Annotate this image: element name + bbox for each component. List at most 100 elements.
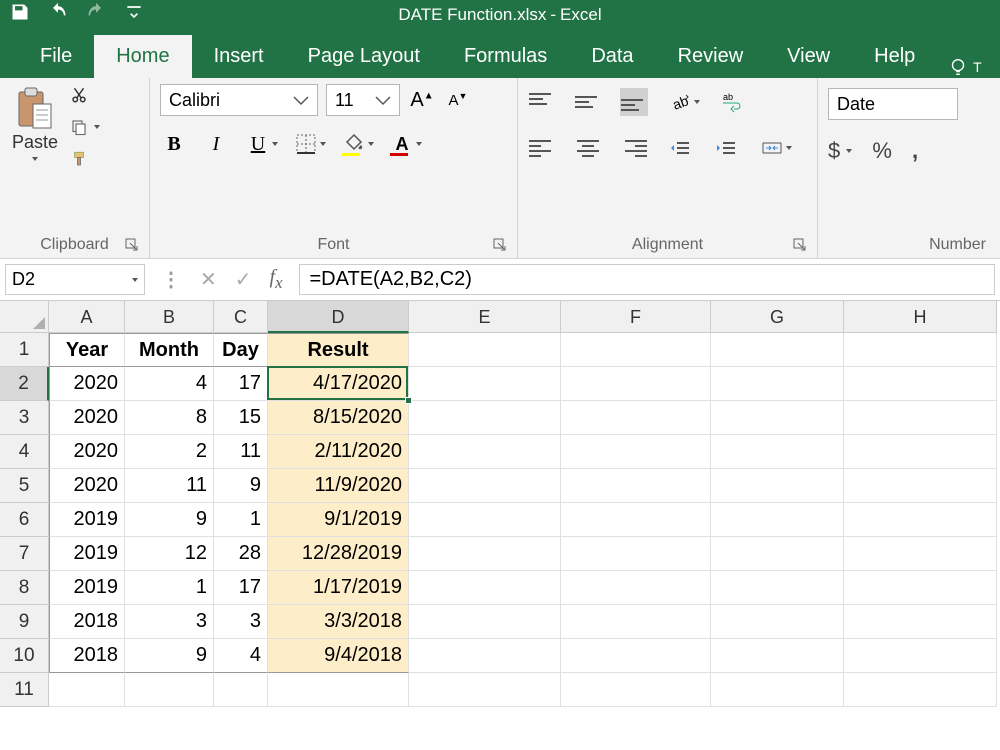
clipboard-dialog-icon[interactable]: [125, 238, 139, 252]
tab-formulas[interactable]: Formulas: [442, 35, 569, 78]
cell-F3[interactable]: [561, 401, 711, 435]
font-color-dropdown-icon[interactable]: [416, 142, 422, 146]
cell-G6[interactable]: [711, 503, 844, 537]
cell-E10[interactable]: [409, 639, 561, 673]
row-header-4[interactable]: 4: [0, 435, 49, 469]
cell-B4[interactable]: 2: [125, 435, 214, 469]
cell-A5[interactable]: 2020: [49, 469, 125, 503]
cell-B9[interactable]: 3: [125, 605, 214, 639]
tab-insert[interactable]: Insert: [192, 35, 286, 78]
cell-G2[interactable]: [711, 367, 844, 401]
cell-B3[interactable]: 8: [125, 401, 214, 435]
cell-H4[interactable]: [844, 435, 997, 469]
column-header-D[interactable]: D: [268, 301, 409, 333]
cell-H10[interactable]: [844, 639, 997, 673]
cell-D2[interactable]: 4/17/2020: [268, 367, 409, 401]
paste-dropdown-icon[interactable]: [32, 157, 38, 161]
font-color-button[interactable]: A: [388, 130, 416, 158]
wrap-text-button[interactable]: ab: [718, 88, 746, 116]
cell-G8[interactable]: [711, 571, 844, 605]
cell-B1[interactable]: Month: [125, 333, 214, 367]
cell-E6[interactable]: [409, 503, 561, 537]
number-format-combo[interactable]: Date: [828, 88, 958, 120]
format-painter-button[interactable]: [70, 150, 100, 168]
cell-B6[interactable]: 9: [125, 503, 214, 537]
fill-color-button[interactable]: [340, 130, 368, 158]
tab-file[interactable]: File: [18, 35, 94, 78]
cell-A9[interactable]: 2018: [49, 605, 125, 639]
tab-home[interactable]: Home: [94, 35, 191, 78]
cell-B8[interactable]: 1: [125, 571, 214, 605]
cell-A3[interactable]: 2020: [49, 401, 125, 435]
tab-review[interactable]: Review: [656, 35, 766, 78]
column-header-F[interactable]: F: [561, 301, 711, 333]
spreadsheet-grid[interactable]: ABCDEFGH 1234567891011 YearMonthDayResul…: [0, 301, 1000, 707]
name-box[interactable]: D2: [5, 264, 145, 295]
cell-G4[interactable]: [711, 435, 844, 469]
cell-H2[interactable]: [844, 367, 997, 401]
cell-D10[interactable]: 9/4/2018: [268, 639, 409, 673]
cell-C1[interactable]: Day: [214, 333, 268, 367]
cell-G1[interactable]: [711, 333, 844, 367]
formula-bar-drag-icon[interactable]: ⋮: [161, 267, 182, 292]
borders-button[interactable]: [292, 130, 320, 158]
save-icon[interactable]: [10, 2, 30, 27]
percent-format-button[interactable]: %: [872, 138, 892, 164]
cell-F10[interactable]: [561, 639, 711, 673]
cell-F4[interactable]: [561, 435, 711, 469]
cell-D4[interactable]: 2/11/2020: [268, 435, 409, 469]
cell-H9[interactable]: [844, 605, 997, 639]
cell-D9[interactable]: 3/3/2018: [268, 605, 409, 639]
cell-B7[interactable]: 12: [125, 537, 214, 571]
borders-dropdown-icon[interactable]: [320, 142, 326, 146]
row-header-1[interactable]: 1: [0, 333, 49, 367]
cell-H11[interactable]: [844, 673, 997, 707]
chevron-down-icon[interactable]: [371, 94, 395, 106]
decrease-indent-button[interactable]: [666, 134, 694, 162]
cell-D8[interactable]: 1/17/2019: [268, 571, 409, 605]
align-left-button[interactable]: [528, 134, 556, 162]
grow-font-button[interactable]: A▲: [408, 86, 436, 114]
column-header-E[interactable]: E: [409, 301, 561, 333]
cell-A1[interactable]: Year: [49, 333, 125, 367]
comma-format-button[interactable]: ,: [912, 138, 918, 164]
undo-icon[interactable]: [48, 2, 68, 27]
cell-E11[interactable]: [409, 673, 561, 707]
select-all-button[interactable]: [0, 301, 49, 333]
column-header-G[interactable]: G: [711, 301, 844, 333]
orientation-button[interactable]: ab: [666, 88, 694, 116]
cell-C2[interactable]: 17: [214, 367, 268, 401]
row-header-7[interactable]: 7: [0, 537, 49, 571]
increase-indent-button[interactable]: [712, 134, 740, 162]
cell-C3[interactable]: 15: [214, 401, 268, 435]
row-header-2[interactable]: 2: [0, 367, 49, 401]
cell-G11[interactable]: [711, 673, 844, 707]
tab-help[interactable]: Help: [852, 35, 937, 78]
font-name-combo[interactable]: Calibri: [160, 84, 318, 116]
paste-button[interactable]: Paste: [10, 84, 60, 163]
cell-H7[interactable]: [844, 537, 997, 571]
cancel-icon[interactable]: ✕: [200, 267, 217, 292]
cell-G10[interactable]: [711, 639, 844, 673]
cell-C4[interactable]: 11: [214, 435, 268, 469]
enter-icon[interactable]: ✓: [235, 267, 252, 292]
cell-E4[interactable]: [409, 435, 561, 469]
font-dialog-icon[interactable]: [493, 238, 507, 252]
cell-F8[interactable]: [561, 571, 711, 605]
cell-A8[interactable]: 2019: [49, 571, 125, 605]
cell-D5[interactable]: 11/9/2020: [268, 469, 409, 503]
cell-G3[interactable]: [711, 401, 844, 435]
namebox-dropdown-icon[interactable]: [132, 278, 138, 282]
cell-D1[interactable]: Result: [268, 333, 409, 367]
cell-B11[interactable]: [125, 673, 214, 707]
underline-button[interactable]: U: [244, 130, 272, 158]
cell-H8[interactable]: [844, 571, 997, 605]
cell-F2[interactable]: [561, 367, 711, 401]
cell-F5[interactable]: [561, 469, 711, 503]
cell-C7[interactable]: 28: [214, 537, 268, 571]
currency-dropdown-icon[interactable]: [846, 149, 852, 153]
row-header-10[interactable]: 10: [0, 639, 49, 673]
row-header-6[interactable]: 6: [0, 503, 49, 537]
align-bottom-button[interactable]: [620, 88, 648, 116]
cell-E5[interactable]: [409, 469, 561, 503]
